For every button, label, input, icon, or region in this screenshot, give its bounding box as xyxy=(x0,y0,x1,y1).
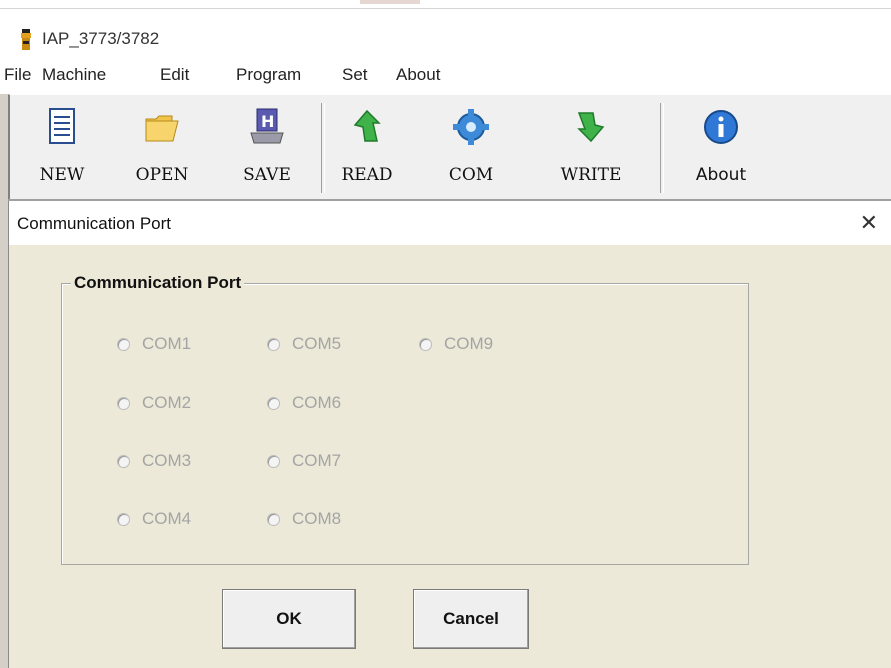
menu-set[interactable]: Set xyxy=(342,65,368,85)
radio-label: COM6 xyxy=(292,393,342,412)
top-edge xyxy=(0,0,891,9)
radio-circle-icon xyxy=(117,512,130,526)
toolbar: NEW OPEN H SAVE READ COM WRITE About xyxy=(8,94,891,201)
radio-com7[interactable]: COM7 xyxy=(267,449,341,473)
radio-com8[interactable]: COM8 xyxy=(267,507,341,531)
toolbar-separator xyxy=(321,103,325,193)
save-disk-icon: H xyxy=(250,108,284,144)
radio-com3[interactable]: COM3 xyxy=(117,449,191,473)
title-bar: IAP_3773/3782 xyxy=(0,9,891,61)
radio-label: COM8 xyxy=(292,509,342,528)
cancel-button[interactable]: Cancel xyxy=(413,589,529,649)
toolbar-separator xyxy=(660,103,664,193)
toolbar-com-button[interactable]: COM xyxy=(436,103,506,189)
radio-label: COM4 xyxy=(142,509,192,528)
toolbar-read-label: READ xyxy=(341,165,393,185)
toolbar-write-button[interactable]: WRITE xyxy=(556,103,626,189)
radio-com2[interactable]: COM2 xyxy=(117,391,191,415)
toolbar-open-label: OPEN xyxy=(135,165,189,185)
radio-circle-icon xyxy=(267,337,280,351)
communication-port-dialog: Communication Port ✕ Communication Port … xyxy=(8,201,891,668)
toolbar-new-label: NEW xyxy=(39,165,85,185)
toolbar-new-button[interactable]: NEW xyxy=(27,103,97,189)
radio-com6[interactable]: COM6 xyxy=(267,391,341,415)
radio-label: COM1 xyxy=(142,334,192,353)
menu-machine[interactable]: Machine xyxy=(42,65,106,85)
radio-label: COM3 xyxy=(142,451,192,470)
menu-bar: File Machine Edit Program Set About xyxy=(0,61,891,93)
radio-circle-icon xyxy=(267,396,280,410)
radio-label: COM9 xyxy=(444,334,494,353)
groupbox-label: Communication Port xyxy=(71,273,245,293)
radio-label: COM2 xyxy=(142,393,192,412)
menu-program[interactable]: Program xyxy=(236,65,301,85)
radio-circle-icon xyxy=(117,337,130,351)
top-edge-mark xyxy=(360,0,420,4)
radio-circle-icon xyxy=(117,396,130,410)
toolbar-save-label: SAVE xyxy=(243,165,291,185)
new-document-icon xyxy=(49,108,75,144)
open-folder-icon xyxy=(145,115,179,142)
info-icon xyxy=(704,110,738,144)
write-arrow-icon xyxy=(577,112,605,143)
close-icon[interactable]: ✕ xyxy=(860,211,878,236)
dialog-title: Communication Port xyxy=(17,214,172,233)
svg-text:H: H xyxy=(261,112,274,131)
radio-com9[interactable]: COM9 xyxy=(419,332,493,356)
menu-about[interactable]: About xyxy=(396,65,440,85)
read-arrow-icon xyxy=(353,109,381,142)
app-title: IAP_3773/3782 xyxy=(42,29,160,48)
toolbar-about-button[interactable]: About xyxy=(686,103,756,189)
radio-circle-icon xyxy=(117,454,130,468)
radio-com1[interactable]: COM1 xyxy=(117,332,191,356)
toolbar-about-label: About xyxy=(695,165,747,185)
toolbar-open-button[interactable]: OPEN xyxy=(127,103,197,189)
radio-com4[interactable]: COM4 xyxy=(117,507,191,531)
toolbar-read-button[interactable]: READ xyxy=(332,103,402,189)
radio-circle-icon xyxy=(419,337,432,351)
ok-button[interactable]: OK xyxy=(222,589,356,649)
radio-label: COM5 xyxy=(292,334,342,353)
flashlight-icon xyxy=(21,29,31,50)
radio-label: COM7 xyxy=(292,451,342,470)
radio-circle-icon xyxy=(267,512,280,526)
radio-circle-icon xyxy=(267,454,280,468)
com-gear-icon xyxy=(453,109,489,145)
menu-file[interactable]: File xyxy=(4,65,31,85)
menu-edit[interactable]: Edit xyxy=(160,65,189,85)
toolbar-save-button[interactable]: H SAVE xyxy=(232,103,302,189)
dialog-title-bar: Communication Port ✕ xyxy=(9,201,891,245)
toolbar-write-label: WRITE xyxy=(560,165,622,185)
toolbar-com-label: COM xyxy=(448,165,494,185)
radio-com5[interactable]: COM5 xyxy=(267,332,341,356)
